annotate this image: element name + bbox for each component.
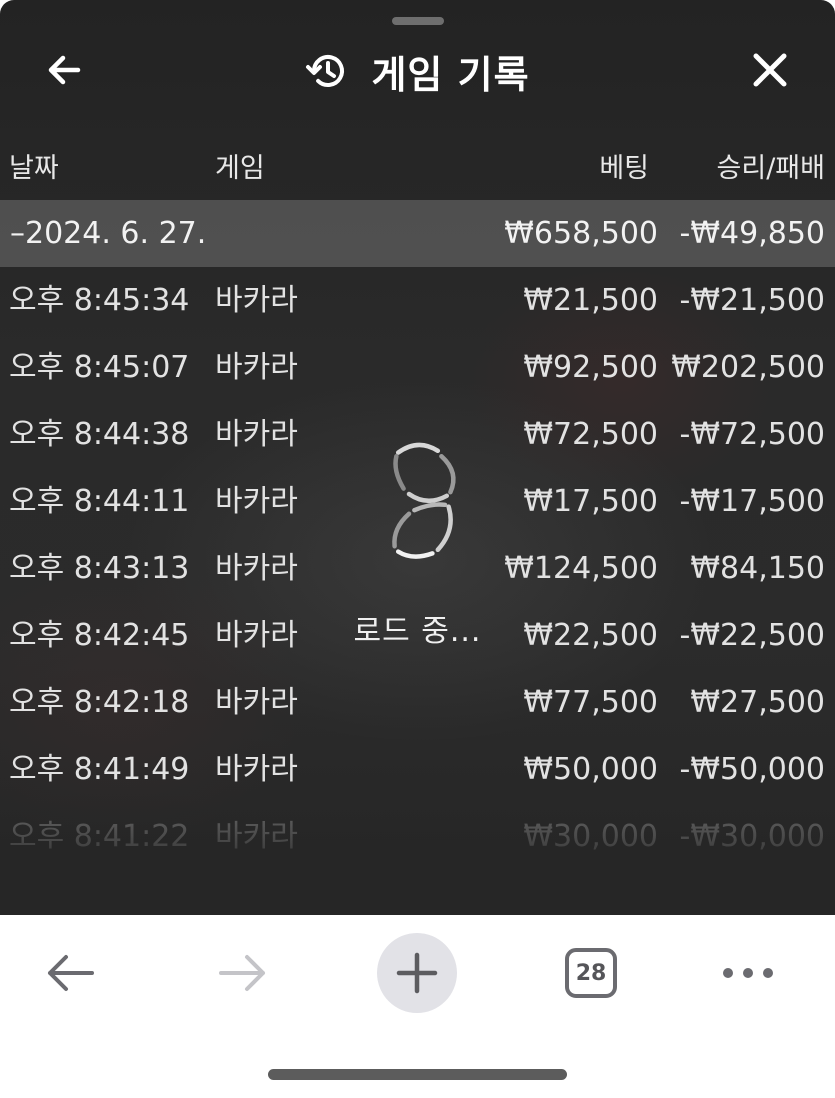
- browser-toolbar: 28: [0, 915, 835, 1098]
- browser-back-button[interactable]: [30, 933, 110, 1013]
- row-game: 바카라: [215, 350, 298, 385]
- arrow-right-icon: [219, 955, 265, 991]
- row-game: 바카라: [215, 685, 298, 720]
- row-time: 오후 8:41:22: [9, 819, 190, 854]
- loading-spinner-icon: [391, 442, 456, 559]
- table-row[interactable]: 오후 8:45:34 바카라 ₩21,500 -₩21,500: [0, 267, 835, 334]
- more-horizontal-icon: [723, 968, 773, 978]
- row-win-loss: -₩17,500: [679, 484, 825, 519]
- plus-icon: [396, 952, 438, 994]
- loading-indicator: 로드 중...: [350, 440, 485, 650]
- row-game: 바카라: [215, 283, 298, 318]
- column-header-date: 날짜: [9, 153, 59, 184]
- row-time: 오후 8:45:07: [9, 350, 190, 385]
- row-win-loss: -₩21,500: [679, 283, 825, 318]
- row-time: 오후 8:44:38: [9, 417, 190, 452]
- row-bet: ₩92,500: [523, 350, 658, 385]
- row-win-loss: -₩72,500: [679, 417, 825, 452]
- row-win-loss: ₩27,500: [690, 685, 825, 720]
- table-row[interactable]: 오후 8:41:22 바카라 ₩30,000 -₩30,000: [0, 803, 835, 870]
- row-time: 오후 8:41:49: [9, 752, 190, 787]
- header-title-group: 게임 기록: [0, 40, 835, 102]
- history-icon: [306, 55, 345, 87]
- row-win-loss: -₩50,000: [679, 752, 825, 787]
- date-group-label: –2024. 6. 27.: [10, 216, 207, 251]
- new-tab-button[interactable]: [377, 933, 457, 1013]
- table-row[interactable]: 오후 8:42:18 바카라 ₩77,500 ₩27,500: [0, 669, 835, 736]
- row-time: 오후 8:42:18: [9, 685, 190, 720]
- sheet-grabber[interactable]: [392, 17, 444, 25]
- date-group-total-win-loss: -₩49,850: [679, 216, 825, 251]
- row-time: 오후 8:43:13: [9, 551, 190, 586]
- row-win-loss: -₩22,500: [679, 618, 825, 653]
- browser-forward-button[interactable]: [203, 933, 283, 1013]
- date-group-total-bet: ₩658,500: [504, 216, 658, 251]
- row-bet: ₩17,500: [523, 484, 658, 519]
- home-indicator[interactable]: [268, 1069, 567, 1080]
- table-row[interactable]: 오후 8:45:07 바카라 ₩92,500 ₩202,500: [0, 334, 835, 401]
- row-bet: ₩30,000: [523, 819, 658, 854]
- row-win-loss: ₩84,150: [690, 551, 825, 586]
- row-bet: ₩22,500: [523, 618, 658, 653]
- column-header-bet: 베팅: [599, 153, 649, 184]
- arrow-left-icon: [48, 955, 94, 991]
- row-bet: ₩77,500: [523, 685, 658, 720]
- row-game: 바카라: [215, 819, 298, 854]
- game-history-sheet: 게임 기록 날짜 게임 베팅 승리/패배 –2024. 6. 27. ₩658,…: [0, 0, 835, 915]
- page-title: 게임 기록: [371, 52, 530, 97]
- row-game: 바카라: [215, 417, 298, 452]
- row-game: 바카라: [215, 752, 298, 787]
- table-row[interactable]: 오후 8:41:49 바카라 ₩50,000 -₩50,000: [0, 736, 835, 803]
- column-header-game: 게임: [215, 153, 265, 184]
- row-time: 오후 8:42:45: [9, 618, 190, 653]
- date-group-row[interactable]: –2024. 6. 27. ₩658,500 -₩49,850: [0, 200, 835, 267]
- row-game: 바카라: [215, 551, 298, 586]
- close-button[interactable]: [742, 42, 798, 98]
- row-time: 오후 8:45:34: [9, 283, 190, 318]
- row-game: 바카라: [215, 618, 298, 653]
- row-time: 오후 8:44:11: [9, 484, 190, 519]
- row-win-loss: ₩202,500: [671, 350, 825, 385]
- column-header-win-loss: 승리/패배: [716, 153, 825, 184]
- tabs-button[interactable]: 28: [551, 933, 631, 1013]
- more-button[interactable]: [708, 933, 788, 1013]
- tab-count-badge: 28: [565, 948, 617, 998]
- close-icon: [753, 53, 787, 87]
- row-bet: ₩72,500: [523, 417, 658, 452]
- loading-text: 로드 중...: [353, 614, 482, 649]
- row-bet: ₩50,000: [523, 752, 658, 787]
- row-win-loss: -₩30,000: [679, 819, 825, 854]
- row-bet: ₩124,500: [504, 551, 658, 586]
- row-bet: ₩21,500: [523, 283, 658, 318]
- row-game: 바카라: [215, 484, 298, 519]
